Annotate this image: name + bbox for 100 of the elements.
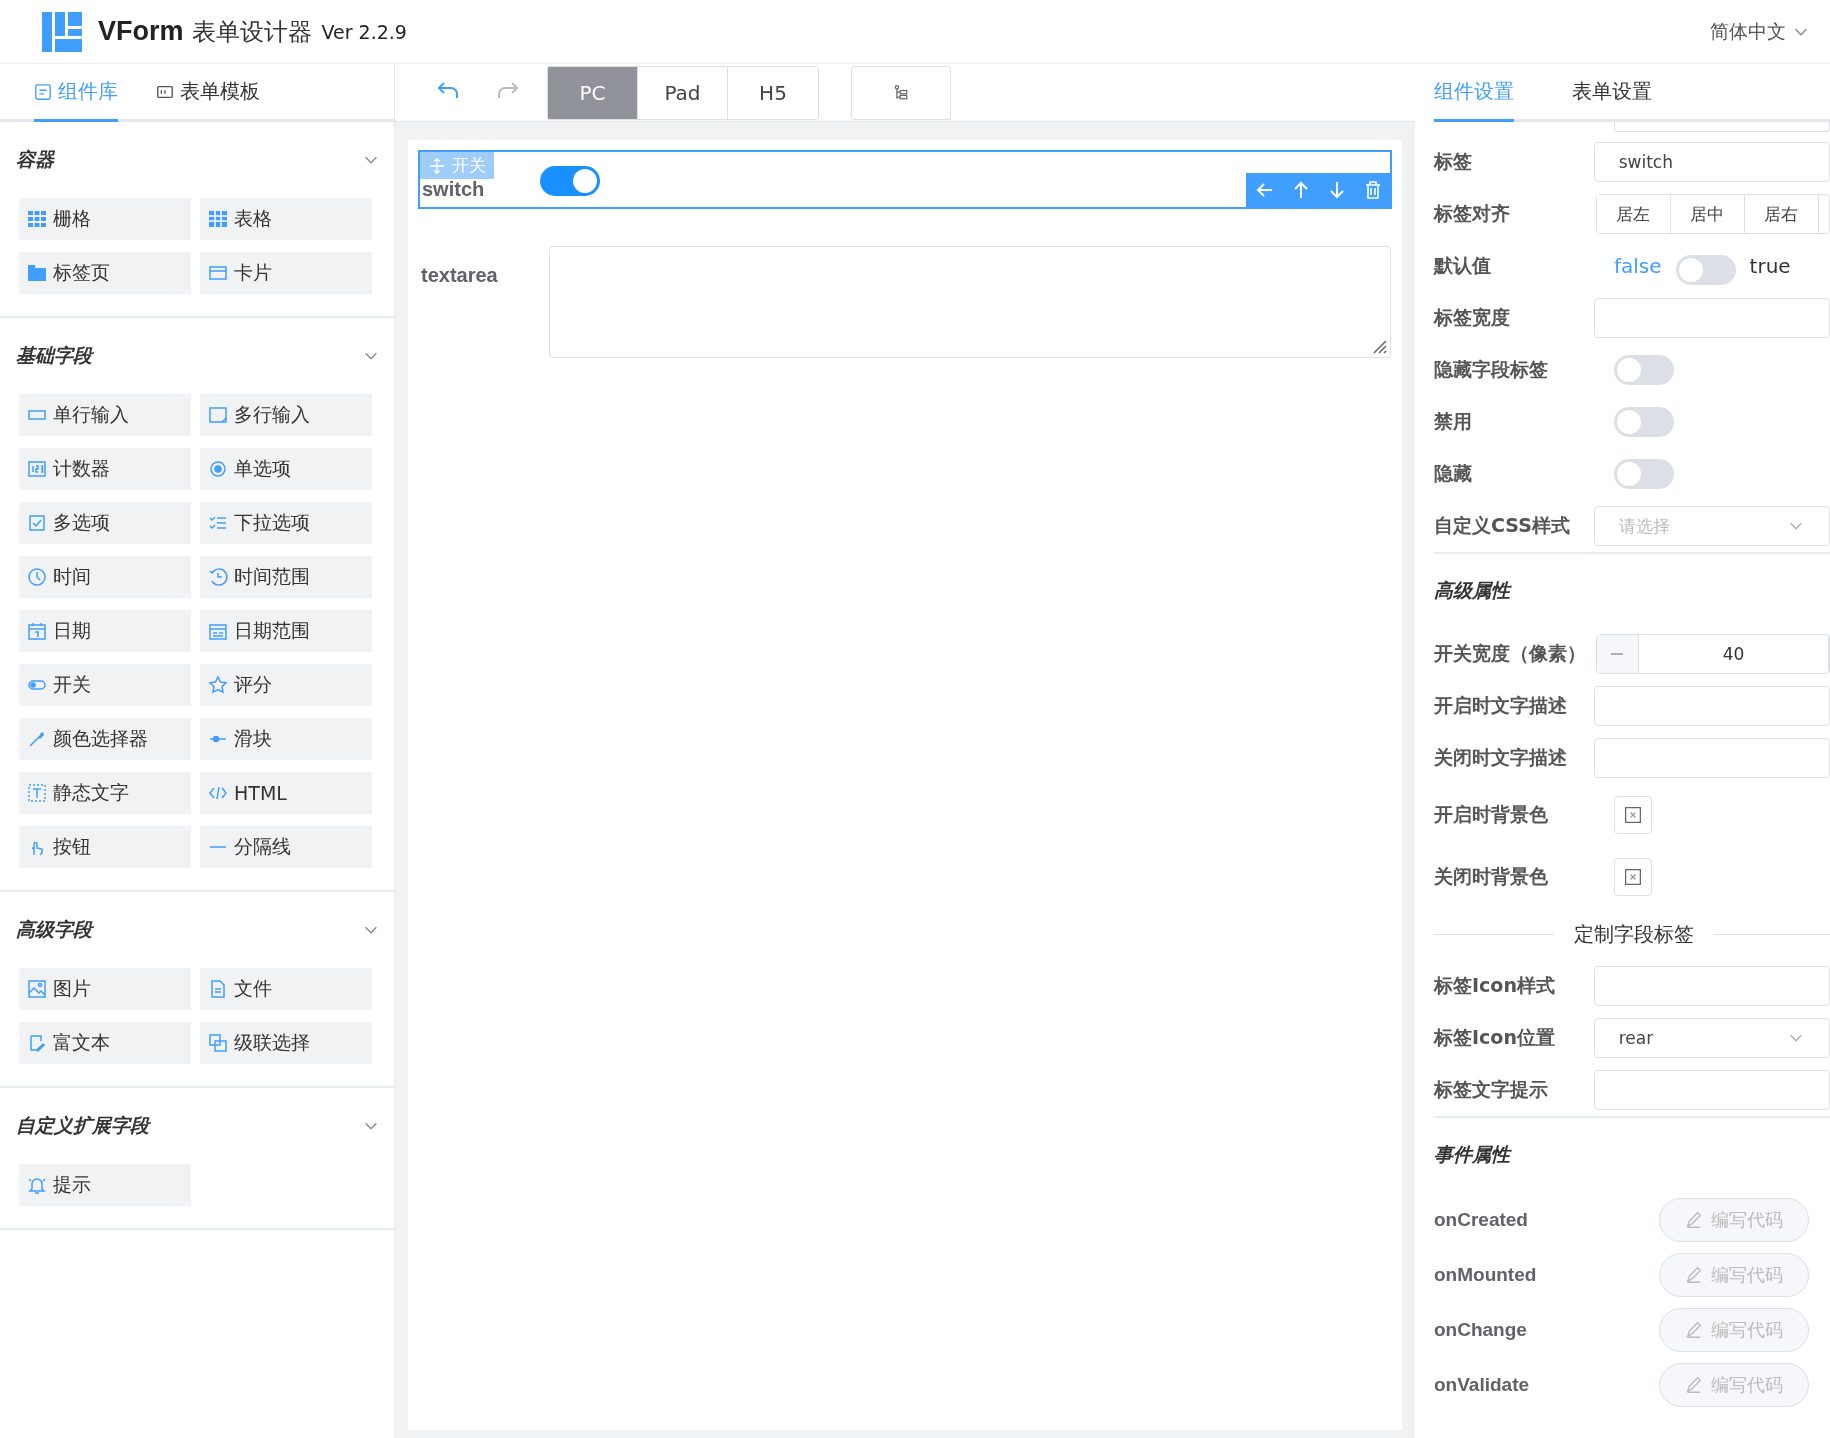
event-label: onValidate xyxy=(1434,1373,1531,1396)
component-item[interactable]: 颜色选择器 xyxy=(19,718,191,760)
component-item[interactable]: 富文本 xyxy=(19,1022,191,1064)
component-item[interactable]: 下拉选项 xyxy=(200,502,372,544)
switch-on-text: true xyxy=(1749,254,1791,278)
switch-off-text: false xyxy=(1614,254,1662,278)
setting-label: 标签 xyxy=(1434,149,1473,174)
radio-button[interactable]: 居左 xyxy=(1596,195,1671,233)
component-item[interactable]: 提示 xyxy=(19,1164,191,1206)
pencil-icon xyxy=(1685,1265,1703,1284)
clock-range-icon xyxy=(208,567,228,587)
setting-label: 隐藏字段标签 xyxy=(1434,357,1549,382)
setting-label: 隐藏 xyxy=(1434,461,1473,486)
textarea-field[interactable] xyxy=(549,246,1391,358)
component-item[interactable]: 标签页 xyxy=(19,252,191,294)
calendar-range-icon xyxy=(208,621,228,641)
text-field[interactable] xyxy=(1593,966,1830,1006)
text-field[interactable] xyxy=(1593,686,1830,726)
component-item[interactable]: 栅格 xyxy=(19,198,191,240)
image-icon xyxy=(27,979,47,999)
component-item[interactable]: 单选项 xyxy=(200,448,372,490)
eyedropper-icon xyxy=(27,729,47,749)
component-item[interactable]: 卡片 xyxy=(200,252,372,294)
move-icon xyxy=(428,156,446,175)
switch-toggle[interactable] xyxy=(1675,255,1736,285)
card-icon xyxy=(208,263,228,283)
text-icon xyxy=(27,783,47,803)
text-field[interactable] xyxy=(1614,122,1830,132)
panel-tab[interactable]: 表单模板 xyxy=(156,64,260,122)
setting-label: 开启时背景色 xyxy=(1434,802,1549,827)
switch-toggle[interactable] xyxy=(1614,407,1674,437)
cascader-icon xyxy=(208,1033,228,1053)
setting-label: 关闭时文字描述 xyxy=(1434,745,1568,770)
component-item[interactable]: 评分 xyxy=(200,664,372,706)
switch-toggle[interactable] xyxy=(1614,459,1674,489)
minus-icon xyxy=(1611,653,1624,655)
text-field[interactable] xyxy=(1593,298,1830,338)
empty-color-icon xyxy=(1624,868,1642,886)
component-item[interactable]: 级联选择 xyxy=(200,1022,372,1064)
component-item[interactable]: 分隔线 xyxy=(200,826,372,868)
bell-icon xyxy=(27,1175,47,1195)
select-field[interactable]: rear xyxy=(1593,1018,1830,1058)
setting-label: 禁用 xyxy=(1434,409,1473,434)
clock-icon xyxy=(27,567,47,587)
empty-color-icon xyxy=(1624,806,1642,824)
setting-label: 关闭时背景色 xyxy=(1434,864,1549,889)
component-item[interactable]: 按钮 xyxy=(19,826,191,868)
tree-view-button[interactable] xyxy=(851,65,951,120)
section-title: 事件属性 xyxy=(1434,1142,1510,1167)
pencil-icon xyxy=(1685,1320,1703,1339)
component-item[interactable]: 日期 xyxy=(19,610,191,652)
settings-tab[interactable]: 表单设置 xyxy=(1572,64,1652,122)
text-field[interactable] xyxy=(1593,738,1830,778)
setting-label: 标签宽度 xyxy=(1434,305,1511,330)
setting-label: 自定义CSS样式 xyxy=(1434,513,1571,538)
radio-icon xyxy=(208,459,228,479)
grid-icon xyxy=(27,209,47,229)
text-field[interactable] xyxy=(1593,1070,1830,1110)
setting-label: 标签对齐 xyxy=(1434,201,1511,226)
component-item[interactable]: 时间 xyxy=(19,556,191,598)
switch-toggle[interactable] xyxy=(1614,355,1674,385)
decrement-button[interactable] xyxy=(1596,635,1639,673)
event-label: onCreated xyxy=(1434,1208,1529,1231)
line-icon xyxy=(210,846,226,848)
language-dropdown[interactable]: 简体中文 xyxy=(1704,17,1816,46)
textarea-icon xyxy=(208,405,228,425)
component-item[interactable]: 图片 xyxy=(19,968,191,1010)
component-item[interactable]: 开关 xyxy=(19,664,191,706)
calendar-icon xyxy=(27,621,47,641)
color-picker[interactable] xyxy=(1614,858,1652,896)
text-field[interactable]: switch xyxy=(1593,142,1830,182)
component-item[interactable]: 滑块 xyxy=(200,718,372,760)
section-title: 高级属性 xyxy=(1434,578,1510,603)
switch-toggle[interactable] xyxy=(540,166,600,196)
section-title: 容器 xyxy=(16,147,54,172)
divider-label: 定制字段标签 xyxy=(1574,920,1694,948)
component-item[interactable]: 多行输入 xyxy=(200,394,372,436)
field-label: switch xyxy=(422,178,485,201)
app-title: 表单设计器 xyxy=(191,16,312,48)
setting-label: 默认值 xyxy=(1434,253,1492,278)
component-item[interactable]: 计数器 xyxy=(19,448,191,490)
logo-icon xyxy=(40,9,84,54)
component-item[interactable]: 静态文字 xyxy=(19,772,191,814)
component-item[interactable]: 时间范围 xyxy=(200,556,372,598)
color-picker[interactable] xyxy=(1614,796,1652,834)
component-item[interactable]: 文件 xyxy=(200,968,372,1010)
event-label: onMounted xyxy=(1434,1263,1538,1286)
pencil-icon xyxy=(1685,1375,1703,1394)
component-icon xyxy=(34,82,52,101)
app-name: VForm xyxy=(98,16,184,47)
field-label: textarea xyxy=(421,264,498,287)
component-item[interactable]: 单行输入 xyxy=(19,394,191,436)
component-item[interactable]: 日期范围 xyxy=(200,610,372,652)
component-item[interactable]: 表格 xyxy=(200,198,372,240)
document-icon xyxy=(27,1033,47,1053)
number-icon xyxy=(27,459,47,479)
component-item[interactable]: 多选项 xyxy=(19,502,191,544)
tree-icon xyxy=(892,83,910,102)
component-item[interactable]: HTML xyxy=(200,772,372,814)
setting-label: 标签文字提示 xyxy=(1434,1077,1549,1102)
